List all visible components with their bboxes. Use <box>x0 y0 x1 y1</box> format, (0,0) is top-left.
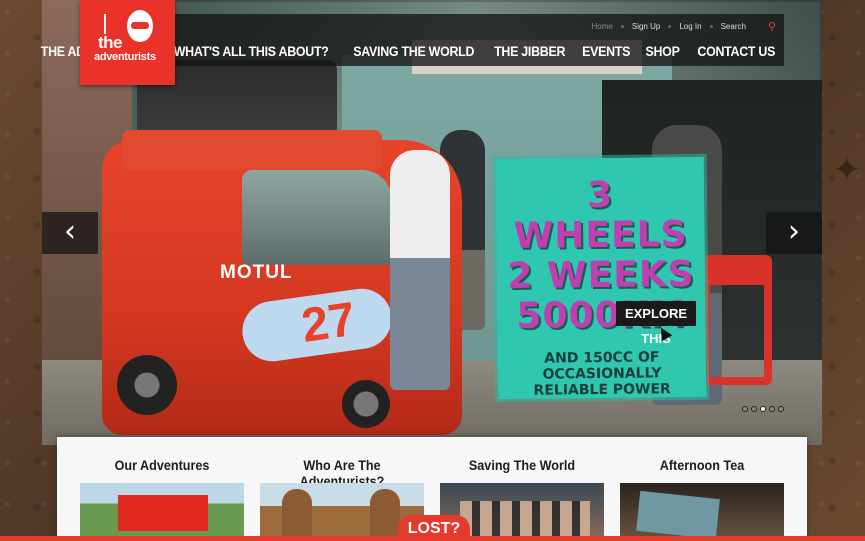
tuktuk-windscreen <box>242 170 392 265</box>
thumb-map <box>636 490 720 540</box>
explore-this-button[interactable]: EXPLORE THIS <box>616 301 696 346</box>
logo-the-text: the <box>98 33 123 52</box>
site-header: Home Sign Up Log In Search ⚲ THE ADVENTU… <box>41 14 784 66</box>
feature-thumbnail[interactable] <box>620 483 784 541</box>
feature-afternoon-tea: Afternoon Tea <box>617 437 787 541</box>
utility-nav: Home Sign Up Log In Search ⚲ <box>584 20 784 33</box>
promo-subtext: AND 150CC OF OCCASIONALLY RELIABLE POWER <box>498 349 706 399</box>
nav-item-events[interactable]: EVENTS <box>582 44 630 59</box>
thumb-tower <box>370 489 400 541</box>
logo-moustache-face-icon <box>127 10 153 42</box>
site-logo[interactable]: the adventurists <box>80 0 175 85</box>
utility-link-log-in[interactable]: Log In <box>671 22 709 31</box>
nav-item-shop[interactable]: SHOP <box>646 44 680 59</box>
tuktuk-roof <box>122 130 382 170</box>
compass-star-icon: ✦ <box>832 150 862 190</box>
promo-line-wheels: 3 WHEELS <box>513 174 688 257</box>
nav-item-contact-us[interactable]: CONTACT US <box>697 44 775 59</box>
slider-dot[interactable] <box>778 406 784 412</box>
feature-who-are-the-adventurists: Who Are The Adventurists? <box>257 437 427 541</box>
feature-title[interactable]: Saving The World <box>446 457 599 473</box>
slider-pagination <box>742 406 784 412</box>
utility-link-home[interactable]: Home <box>584 22 621 31</box>
promo-sub-line: RELIABLE POWER <box>533 381 671 399</box>
thumb-crowd <box>460 501 590 541</box>
promo-card: 3 WHEELS 2 WEEKS 5000KM AND 150CC OF OCC… <box>495 156 707 400</box>
feature-title[interactable]: Afternoon Tea <box>626 457 779 473</box>
logo-pole-icon <box>104 14 106 34</box>
feature-thumbnail[interactable] <box>80 483 244 541</box>
scene-red-chair <box>702 255 772 385</box>
search-icon[interactable]: ⚲ <box>754 20 784 33</box>
slider-dot[interactable] <box>751 406 757 412</box>
side-decoration-text <box>12 246 22 274</box>
tuktuk-sponsor-label: MOTUL <box>220 262 293 283</box>
nav-item-saving-the-world[interactable]: SAVING THE WORLD <box>353 44 474 59</box>
thumb-tower <box>282 489 312 541</box>
slider-dot[interactable] <box>742 406 748 412</box>
slider-dot[interactable] <box>769 406 775 412</box>
tuktuk-wheel <box>342 380 390 428</box>
feature-title[interactable]: Our Adventures <box>86 457 239 473</box>
utility-link-search[interactable]: Search <box>713 22 754 31</box>
feature-our-adventures: Our Adventures <box>77 437 247 541</box>
slider-prev-button[interactable]: ‹ <box>42 212 98 254</box>
tuktuk-number-text: 27 <box>298 292 359 353</box>
nav-item-the-jibber[interactable]: THE JIBBER <box>494 44 565 59</box>
slider-dot-active[interactable] <box>760 406 766 412</box>
right-background-texture: ✦ <box>823 0 865 541</box>
promo-line-weeks: 2 WEEKS <box>507 254 695 297</box>
logo-name-text: adventurists <box>94 51 156 63</box>
left-background-texture <box>0 0 42 541</box>
scene-person-white-jacket <box>390 150 450 390</box>
chevron-right-icon: › <box>788 214 800 249</box>
footer-red-line <box>0 536 865 541</box>
chevron-left-icon: ‹ <box>64 214 76 249</box>
thumb-red-bus <box>118 495 208 531</box>
slider-next-button[interactable]: › <box>766 212 822 254</box>
nav-item-whats-all-this-about[interactable]: WHAT'S ALL THIS ABOUT? <box>174 44 329 59</box>
utility-link-sign-up[interactable]: Sign Up <box>624 22 668 31</box>
feature-saving-the-world: Saving The World <box>437 437 607 541</box>
tuktuk-wheel <box>117 355 177 415</box>
